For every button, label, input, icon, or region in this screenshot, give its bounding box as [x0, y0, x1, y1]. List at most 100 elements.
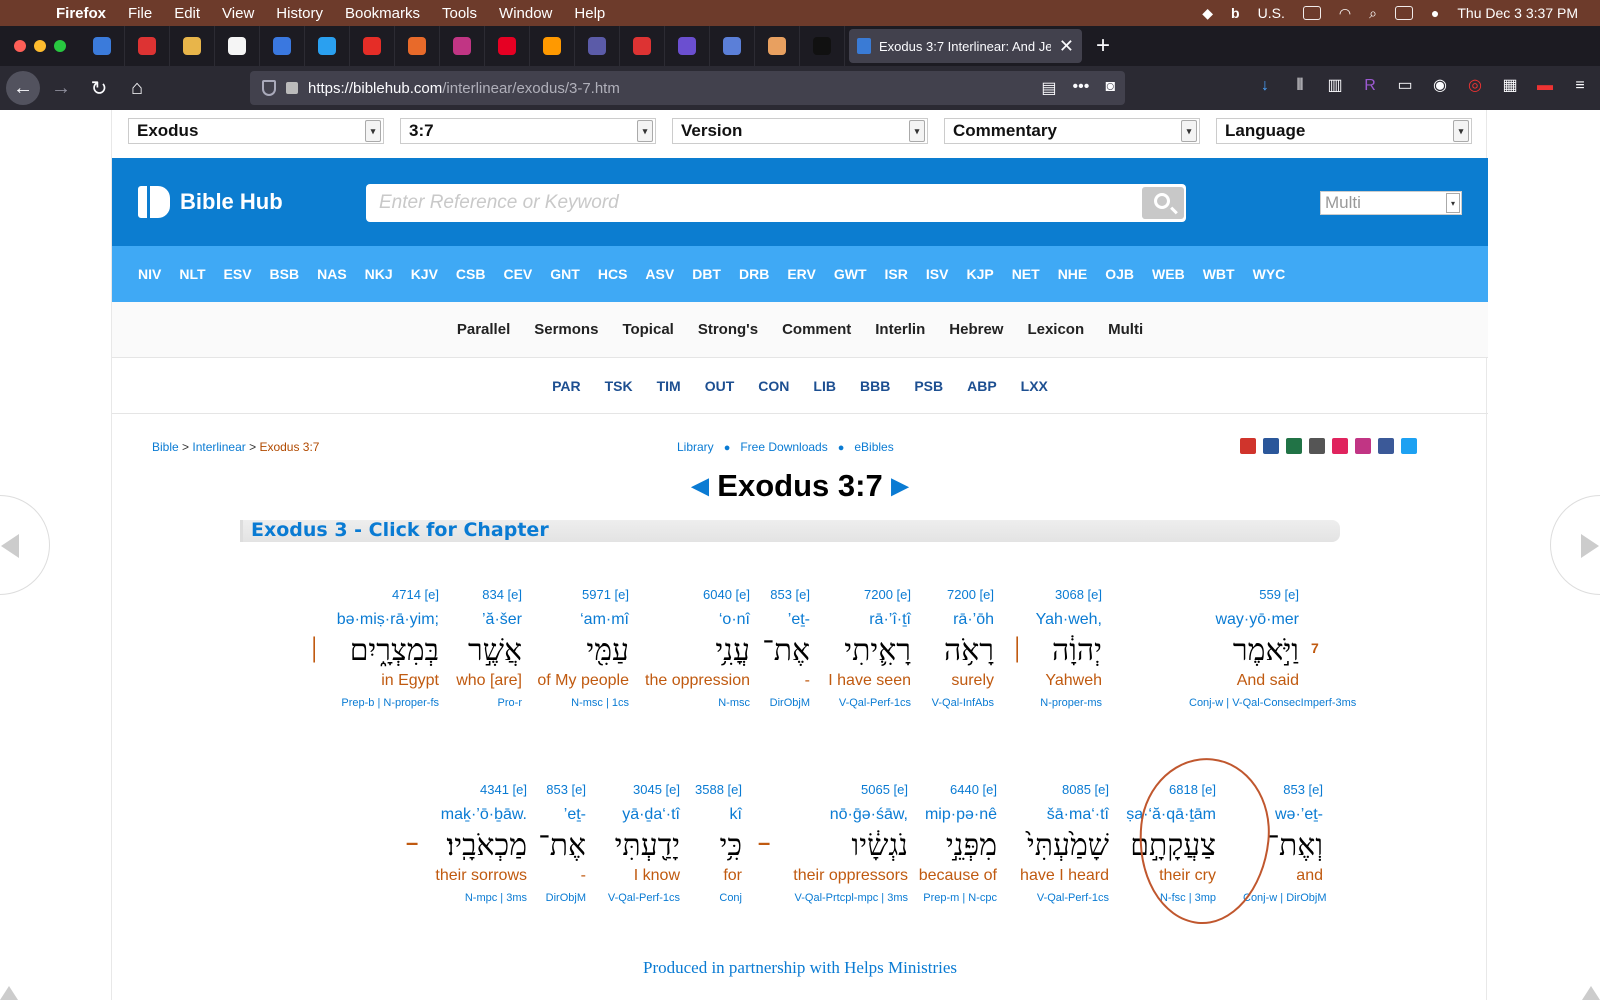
hebrew-word[interactable]: יָדַ֖עְתִּי — [570, 827, 680, 865]
library-icon[interactable]: ⫴ — [1290, 76, 1310, 96]
siri-icon[interactable]: ● — [1431, 5, 1439, 21]
subtool-link-par[interactable]: PAR — [540, 378, 593, 394]
subtool-link-tsk[interactable]: TSK — [593, 378, 645, 394]
tool-link-sermons[interactable]: Sermons — [522, 321, 610, 338]
pinned-tab[interactable] — [395, 26, 440, 66]
menu-help[interactable]: Help — [574, 5, 605, 22]
account-icon[interactable]: ◉ — [1430, 76, 1450, 96]
page-actions-icon[interactable]: ••• — [1073, 78, 1090, 98]
downloads-icon[interactable]: ↓ — [1255, 76, 1275, 96]
version-link-drb[interactable]: DRB — [730, 266, 778, 282]
search-button[interactable] — [1142, 187, 1184, 219]
next-verse-side-button[interactable] — [1550, 495, 1600, 595]
version-link-gnt[interactable]: GNT — [541, 266, 589, 282]
tool-link-multi[interactable]: Multi — [1096, 321, 1155, 338]
pocket-icon[interactable] — [1332, 438, 1348, 454]
strongs-number[interactable]: 7200 [e] — [816, 586, 911, 603]
grammar-parsing[interactable]: Pro-r — [432, 692, 522, 714]
search-input[interactable] — [366, 184, 1156, 222]
pinned-tab[interactable] — [80, 26, 125, 66]
minimize-window-button[interactable] — [34, 40, 46, 52]
menu-tools[interactable]: Tools — [442, 5, 477, 22]
version-link-kjp[interactable]: KJP — [957, 266, 1002, 282]
tool-link-interlin[interactable]: Interlin — [863, 321, 937, 338]
note-icon[interactable]: ▭ — [1395, 76, 1415, 96]
free-downloads-link[interactable]: Free Downloads — [740, 440, 827, 454]
pinned-tab[interactable] — [800, 26, 845, 66]
pocket-icon[interactable]: ◙ — [1105, 78, 1115, 98]
grammar-parsing[interactable]: N-proper-ms — [1002, 692, 1102, 714]
grammar-parsing[interactable]: V-Qal-Perf-1cs — [999, 887, 1109, 909]
version-link-hcs[interactable]: HCS — [589, 266, 637, 282]
grammar-parsing[interactable]: V-Qal-InfAbs — [904, 692, 994, 714]
home-button[interactable]: ⌂ — [120, 71, 154, 105]
hebrew-word[interactable]: אֶת־ — [760, 632, 810, 670]
subtool-link-out[interactable]: OUT — [693, 378, 747, 394]
subtool-link-psb[interactable]: PSB — [902, 378, 955, 394]
menu-file[interactable]: File — [128, 5, 152, 22]
wifi-icon[interactable]: ◠ — [1339, 5, 1351, 22]
strongs-number[interactable]: 5065 [e] — [758, 781, 908, 798]
excel-icon[interactable] — [1286, 438, 1302, 454]
subtool-link-bbb[interactable]: BBB — [848, 378, 902, 394]
extension-red-icon[interactable]: ▬ — [1535, 76, 1555, 96]
ebibles-link[interactable]: eBibles — [854, 440, 893, 454]
dropbox-icon[interactable]: ◆ — [1202, 5, 1213, 22]
hebrew-word[interactable]: עֳנִ֥י — [630, 632, 750, 670]
version-link-kjv[interactable]: KJV — [402, 266, 447, 282]
subtool-link-lxx[interactable]: LXX — [1009, 378, 1060, 394]
breadcrumb-interlinear[interactable]: Interlinear — [192, 440, 245, 454]
footer-credit[interactable]: Produced in partnership with Helps Minis… — [112, 958, 1488, 978]
tool-link-strongs[interactable]: Strong's — [686, 321, 770, 338]
language-select[interactable]: Language ▾ — [1216, 118, 1472, 144]
hebrew-word[interactable]: כִּ֥י — [692, 827, 742, 865]
grammar-parsing[interactable]: Prep-b | N-proper-fs — [289, 692, 439, 714]
chapter-link[interactable]: Exodus 3 - Click for Chapter — [251, 519, 549, 541]
hebrew-word[interactable]: מִפְּנֵ֣י — [897, 827, 997, 865]
hebrew-word[interactable]: אֲשֶׁ֣ר — [432, 632, 522, 670]
strongs-number[interactable]: 6440 [e] — [897, 781, 997, 798]
menu-edit[interactable]: Edit — [174, 5, 200, 22]
subtool-link-abp[interactable]: ABP — [955, 378, 1009, 394]
pinned-tab[interactable] — [305, 26, 350, 66]
hebrew-word[interactable]: עַמִּ֖י — [519, 632, 629, 670]
pinned-tab[interactable] — [710, 26, 755, 66]
commentary-select[interactable]: Commentary ▾ — [944, 118, 1200, 144]
version-link-isr[interactable]: ISR — [876, 266, 917, 282]
tool-link-lexicon[interactable]: Lexicon — [1015, 321, 1096, 338]
subtool-link-con[interactable]: CON — [746, 378, 801, 394]
print-icon[interactable] — [1309, 438, 1325, 454]
locale-indicator[interactable]: U.S. — [1258, 5, 1285, 21]
grammar-parsing[interactable]: V-Qal-Perf-1cs — [816, 692, 911, 714]
version-link-esv[interactable]: ESV — [215, 266, 261, 282]
strongs-number[interactable]: 853 [e] — [760, 586, 810, 603]
menu-icon[interactable]: ≡ — [1570, 76, 1590, 96]
hebrew-word[interactable]: רָאִ֛יתִי — [816, 632, 911, 670]
forward-button[interactable]: → — [44, 71, 78, 105]
tracking-shield-icon[interactable] — [262, 80, 276, 96]
pinned-tab[interactable] — [260, 26, 305, 66]
version-link-erv[interactable]: ERV — [778, 266, 825, 282]
version-link-gwt[interactable]: GWT — [825, 266, 876, 282]
new-tab-button[interactable]: + — [1096, 32, 1110, 60]
reader-view-icon[interactable]: ▤ — [1041, 78, 1056, 98]
bing-icon[interactable]: b — [1231, 5, 1240, 21]
grammar-parsing[interactable]: N-msc | 1cs — [519, 692, 629, 714]
strongs-number[interactable]: 7200 [e] — [904, 586, 994, 603]
pinned-tab[interactable] — [215, 26, 260, 66]
grammar-parsing[interactable]: DirObjM — [526, 887, 586, 909]
version-link-nhe[interactable]: NHE — [1049, 266, 1097, 282]
hebrew-word[interactable]: מַכְאֹבָֽיו׃ — [417, 827, 527, 865]
version-link-asv[interactable]: ASV — [636, 266, 683, 282]
extension-r-icon[interactable]: R — [1360, 76, 1380, 96]
url-bar[interactable]: https://biblehub.com/interlinear/exodus/… — [250, 71, 1125, 105]
library-link[interactable]: Library — [677, 440, 714, 454]
twitter-icon[interactable] — [1401, 438, 1417, 454]
strongs-number[interactable]: 834 [e] — [432, 586, 522, 603]
tab-current[interactable]: Exodus 3:7 Interlinear: And Jehovah ✕ — [849, 29, 1082, 63]
hebrew-word[interactable]: רָאֹ֥ה — [904, 632, 994, 670]
grammar-parsing[interactable]: N-mpc | 3ms — [417, 887, 527, 909]
version-link-bsb[interactable]: BSB — [261, 266, 309, 282]
reload-button[interactable]: ↻ — [82, 71, 116, 105]
extension-grid-icon[interactable]: ▦ — [1500, 76, 1520, 96]
